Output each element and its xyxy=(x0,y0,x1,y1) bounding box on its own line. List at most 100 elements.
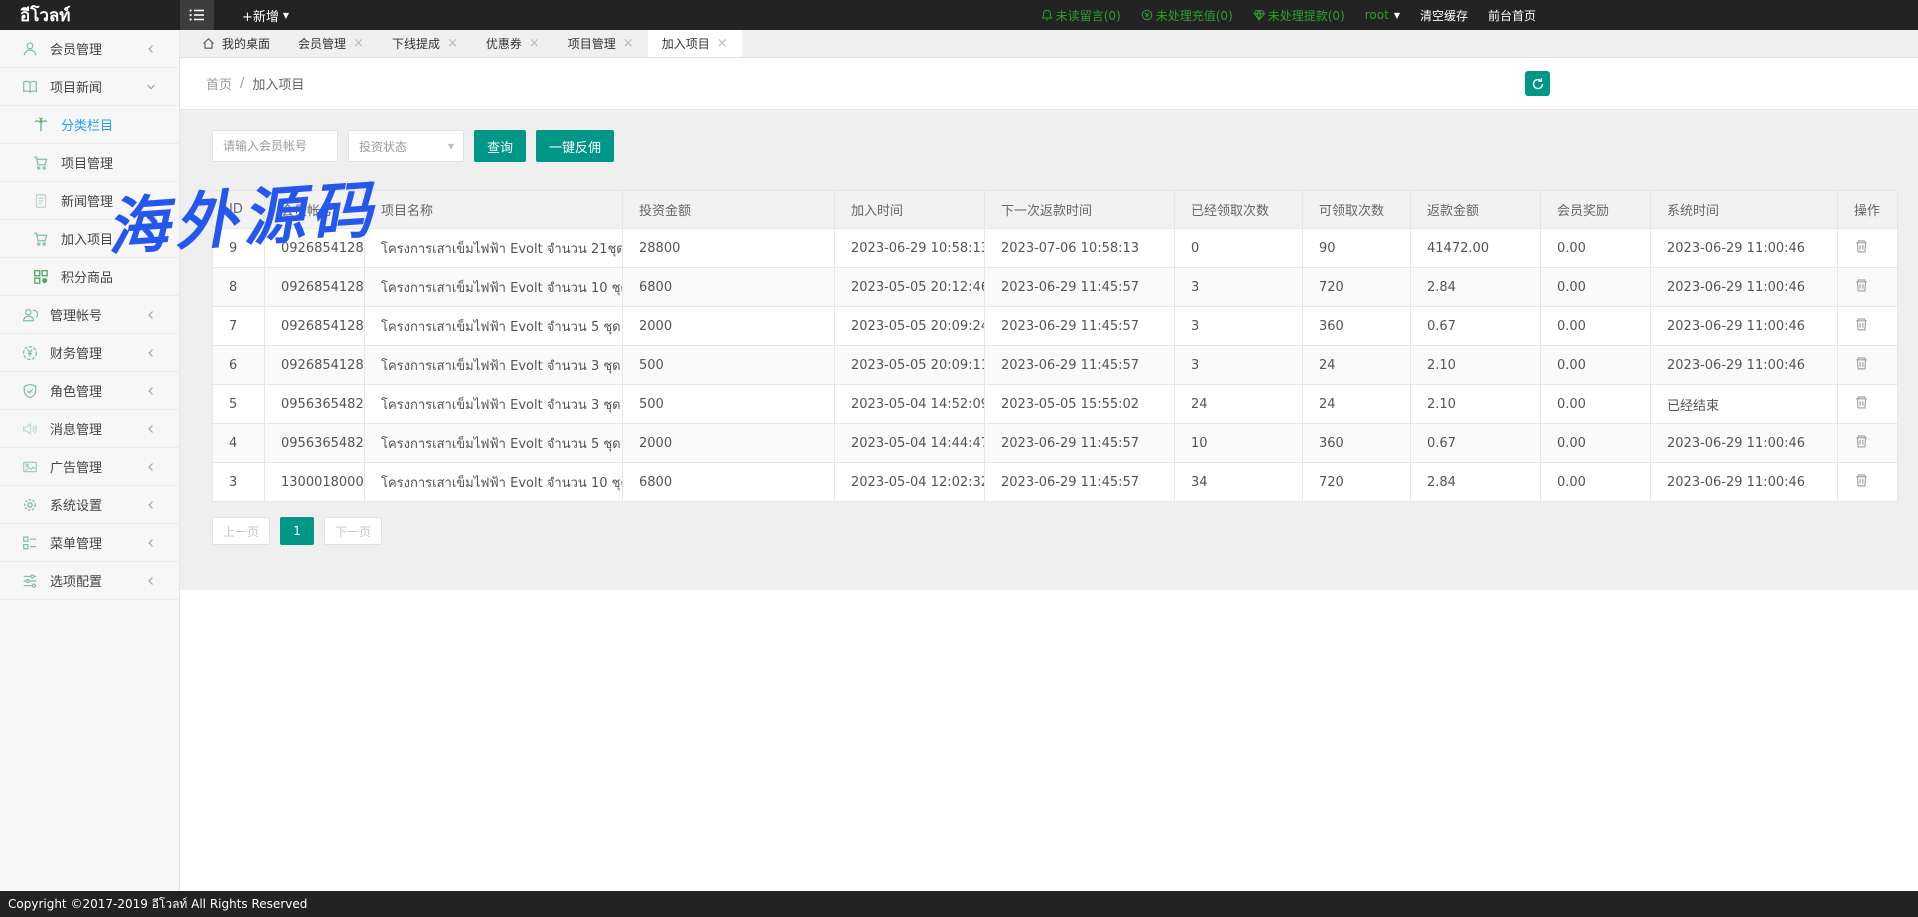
close-icon[interactable]: × xyxy=(717,37,728,50)
sidebar-item-label: 项目管理 xyxy=(61,153,113,172)
user-dropdown[interactable]: root ▼ xyxy=(1365,8,1400,22)
add-new-dropdown[interactable]: +新增 ▼ xyxy=(242,6,289,25)
cell-next-time: 2023-06-29 11:45:57 xyxy=(985,307,1175,346)
sidebar-item-category-columns[interactable]: 分类栏目 xyxy=(0,106,179,144)
tree-icon xyxy=(33,117,49,133)
cell-sys-time: 2023-06-29 11:00:46 xyxy=(1651,463,1838,502)
refresh-icon xyxy=(1531,77,1545,91)
cell-account: 0926854128 xyxy=(265,268,365,307)
chevron-left-icon xyxy=(145,499,157,511)
sidebar: 会员管理 项目新闻 分类栏目 项目管理 新闻管理 加入项目 积分商品 xyxy=(0,30,180,891)
col-received: 已经领取次数 xyxy=(1175,191,1303,229)
tab-coupon[interactable]: 优惠券 × xyxy=(472,30,554,57)
pending-recharge-link[interactable]: 未处理充值(0) xyxy=(1141,7,1233,24)
cell-project: โครงการเสาเข็มไฟฟ้า Evolt จำนวน 3 ชุด xyxy=(365,346,623,385)
sidebar-item-label: 系统设置 xyxy=(50,495,102,514)
cell-account: 0956365482 xyxy=(265,424,365,463)
unread-messages-link[interactable]: 未读留言(0) xyxy=(1041,7,1121,24)
collapse-menu-button[interactable] xyxy=(180,0,214,30)
delete-button[interactable] xyxy=(1854,238,1869,254)
delete-button[interactable] xyxy=(1854,316,1869,332)
sidebar-item-member-management[interactable]: 会员管理 xyxy=(0,30,179,68)
sidebar-item-ad-management[interactable]: 广告管理 xyxy=(0,448,179,486)
cell-next-time: 2023-06-29 11:45:57 xyxy=(985,424,1175,463)
table-row: 9 0926854128 โครงการเสาเข็มไฟฟ้า Evolt จ… xyxy=(213,229,1898,268)
username: root xyxy=(1365,8,1389,22)
delete-button[interactable] xyxy=(1854,394,1869,410)
cell-received: 10 xyxy=(1175,424,1303,463)
cell-join-time: 2023-05-04 12:02:32 xyxy=(835,463,985,502)
chevron-left-icon xyxy=(145,537,157,549)
close-icon[interactable]: × xyxy=(353,37,364,50)
chevron-down-icon: ▼ xyxy=(283,11,289,20)
chevron-left-icon xyxy=(145,43,157,55)
invest-status-select[interactable]: 投资状态 ▼ xyxy=(348,130,464,162)
cart-icon xyxy=(33,155,49,171)
sidebar-item-points-goods[interactable]: 积分商品 xyxy=(0,258,179,296)
grid-icon xyxy=(33,269,49,285)
front-home-link[interactable]: 前台首页 xyxy=(1488,7,1536,24)
delete-button[interactable] xyxy=(1854,277,1869,293)
coin-icon xyxy=(1141,9,1153,21)
pending-withdrawal-link[interactable]: 未处理提款(0) xyxy=(1253,7,1345,24)
cell-next-time: 2023-07-06 10:58:13 xyxy=(985,229,1175,268)
sidebar-item-project-news[interactable]: 项目新闻 xyxy=(0,68,179,106)
clear-cache-link[interactable]: 清空缓存 xyxy=(1420,7,1468,24)
sidebar-item-finance-management[interactable]: 财务管理 xyxy=(0,334,179,372)
menu-list-icon xyxy=(22,535,38,551)
sidebar-item-label: 分类栏目 xyxy=(61,115,113,134)
sidebar-item-project-management[interactable]: 项目管理 xyxy=(0,144,179,182)
chevron-left-icon xyxy=(145,423,157,435)
prev-page-button[interactable]: 上一页 xyxy=(212,517,270,545)
member-account-input[interactable] xyxy=(212,130,338,162)
sidebar-item-option-config[interactable]: 选项配置 xyxy=(0,562,179,600)
sidebar-item-menu-management[interactable]: 菜单管理 xyxy=(0,524,179,562)
close-icon[interactable]: × xyxy=(447,37,458,50)
cell-refund: 2.84 xyxy=(1411,463,1541,502)
table-row: 6 0926854128 โครงการเสาเข็มไฟฟ้า Evolt จ… xyxy=(213,346,1898,385)
cell-id: 6 xyxy=(213,346,265,385)
refresh-button[interactable] xyxy=(1525,71,1550,96)
delete-button[interactable] xyxy=(1854,433,1869,449)
cell-project: โครงการเสาเข็มไฟฟ้า Evolt จำนวน 5 ชุด xyxy=(365,424,623,463)
tab-label: 下线提成 xyxy=(392,35,440,52)
topbar: อีโวลท์ +新增 ▼ 未读留言(0) 未处理充值(0) 未处理提款(0) xyxy=(0,0,1918,30)
close-icon[interactable]: × xyxy=(529,37,540,50)
sidebar-item-role-management[interactable]: 角色管理 xyxy=(0,372,179,410)
sidebar-item-news-management[interactable]: 新闻管理 xyxy=(0,182,179,220)
search-button[interactable]: 查询 xyxy=(474,130,526,162)
cell-reward: 0.00 xyxy=(1541,424,1651,463)
sidebar-item-label: 选项配置 xyxy=(50,571,102,590)
one-key-rebate-button[interactable]: 一键反佣 xyxy=(536,130,614,162)
cell-refund: 2.10 xyxy=(1411,385,1541,424)
sidebar-item-message-management[interactable]: 消息管理 xyxy=(0,410,179,448)
book-icon xyxy=(22,79,38,95)
chevron-down-icon: ▼ xyxy=(448,142,454,151)
close-icon[interactable]: × xyxy=(623,37,634,50)
cell-refund: 41472.00 xyxy=(1411,229,1541,268)
tab-downline-commission[interactable]: 下线提成 × xyxy=(378,30,472,57)
delete-button[interactable] xyxy=(1854,472,1869,488)
tab-project-management[interactable]: 项目管理 × xyxy=(554,30,648,57)
current-page-button[interactable]: 1 xyxy=(280,517,314,545)
delete-button[interactable] xyxy=(1854,355,1869,371)
next-page-button[interactable]: 下一页 xyxy=(324,517,382,545)
col-id: ID xyxy=(213,191,265,229)
sidebar-item-system-settings[interactable]: 系统设置 xyxy=(0,486,179,524)
cell-amount: 6800 xyxy=(623,463,835,502)
tab-join-project[interactable]: 加入项目 × xyxy=(648,30,742,57)
hamburger-icon xyxy=(189,8,205,22)
tab-desktop[interactable]: 我的桌面 xyxy=(188,30,284,57)
col-join-time: 加入时间 xyxy=(835,191,985,229)
cell-account: 0956365482 xyxy=(265,385,365,424)
cell-id: 5 xyxy=(213,385,265,424)
sidebar-item-admin-accounts[interactable]: 管理帐号 xyxy=(0,296,179,334)
cell-amount: 2000 xyxy=(623,424,835,463)
breadcrumb-home-link[interactable]: 首页 xyxy=(206,74,232,93)
cell-received: 0 xyxy=(1175,229,1303,268)
tab-label: 会员管理 xyxy=(298,35,346,52)
cell-next-time: 2023-06-29 11:45:57 xyxy=(985,268,1175,307)
sidebar-item-join-project[interactable]: 加入项目 xyxy=(0,220,179,258)
cell-reward: 0.00 xyxy=(1541,385,1651,424)
tab-member-management[interactable]: 会员管理 × xyxy=(284,30,378,57)
